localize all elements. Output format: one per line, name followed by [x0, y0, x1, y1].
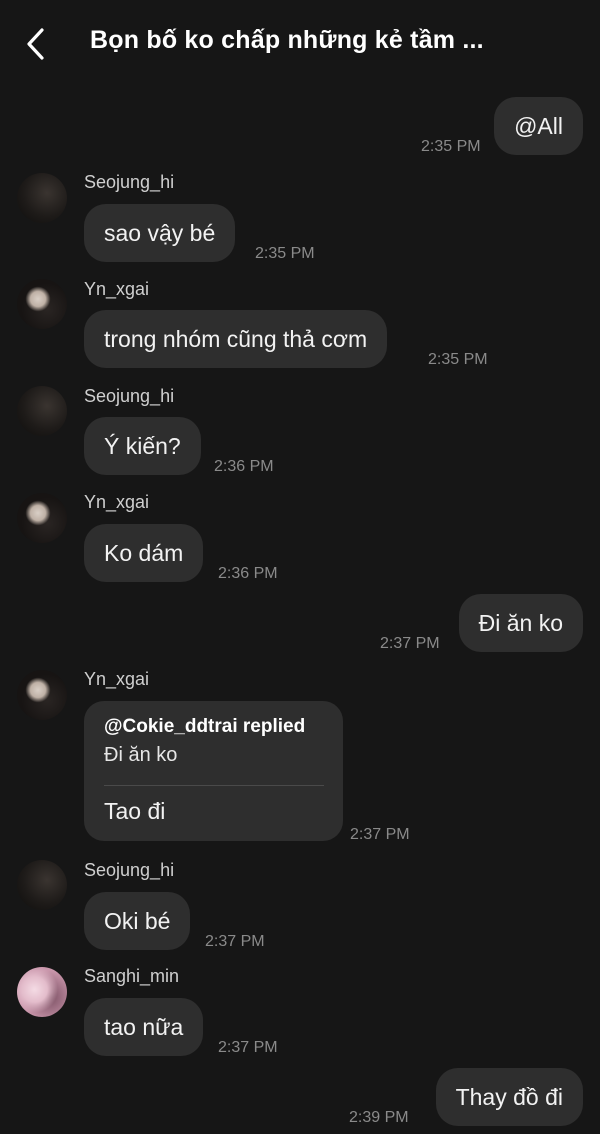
message-time: 2:39 PM [349, 1109, 409, 1126]
message-list: @All 2:35 PM Seojung_hi sao vậy bé 2:35 … [0, 0, 600, 1134]
avatar[interactable] [17, 279, 67, 329]
outgoing-message-bubble[interactable]: Thay đồ đi [435, 1068, 583, 1126]
message-time: 2:37 PM [205, 933, 265, 950]
incoming-message-bubble[interactable]: Oki bé [84, 892, 191, 950]
avatar[interactable] [17, 860, 67, 910]
reply-message-bubble[interactable]: @Cokie_ddtrai replied Đi ăn ko Tao đi [84, 701, 343, 841]
avatar[interactable] [17, 493, 67, 543]
sender-name: Seojung_hi [84, 386, 175, 406]
incoming-message-bubble[interactable]: trong nhóm cũng thả cơm [84, 310, 388, 368]
outgoing-message-bubble[interactable]: @All [494, 97, 583, 155]
avatar[interactable] [17, 386, 67, 436]
quoted-message: Đi ăn ko [104, 744, 178, 766]
sender-name: Seojung_hi [84, 860, 175, 880]
reply-text: Tao đi [104, 798, 166, 824]
sender-name: Yn_xgai [84, 669, 150, 689]
incoming-message-bubble[interactable]: sao vậy bé [84, 204, 236, 262]
message-time: 2:37 PM [350, 826, 410, 843]
message-time: 2:37 PM [380, 635, 440, 652]
avatar[interactable] [17, 670, 67, 720]
sender-name: Yn_xgai [84, 492, 150, 512]
incoming-message-bubble[interactable]: Ý kiến? [84, 417, 201, 475]
outgoing-message-bubble[interactable]: Đi ăn ko [458, 594, 583, 652]
incoming-message-bubble[interactable]: tao nữa [84, 998, 204, 1056]
sender-name: Yn_xgai [84, 279, 150, 299]
sender-name: Sanghi_min [84, 966, 180, 986]
avatar[interactable] [17, 173, 67, 223]
message-time: 2:36 PM [218, 565, 278, 582]
message-time: 2:35 PM [255, 245, 315, 262]
incoming-message-bubble[interactable]: Ko dám [84, 524, 204, 582]
sender-name: Seojung_hi [84, 172, 175, 192]
avatar[interactable] [17, 967, 67, 1017]
message-time: 2:36 PM [214, 458, 274, 475]
reply-divider [104, 785, 324, 786]
message-time: 2:37 PM [218, 1039, 278, 1056]
message-time: 2:35 PM [421, 138, 481, 155]
reply-header: @Cokie_ddtrai replied [104, 716, 306, 737]
message-time: 2:35 PM [428, 351, 488, 368]
